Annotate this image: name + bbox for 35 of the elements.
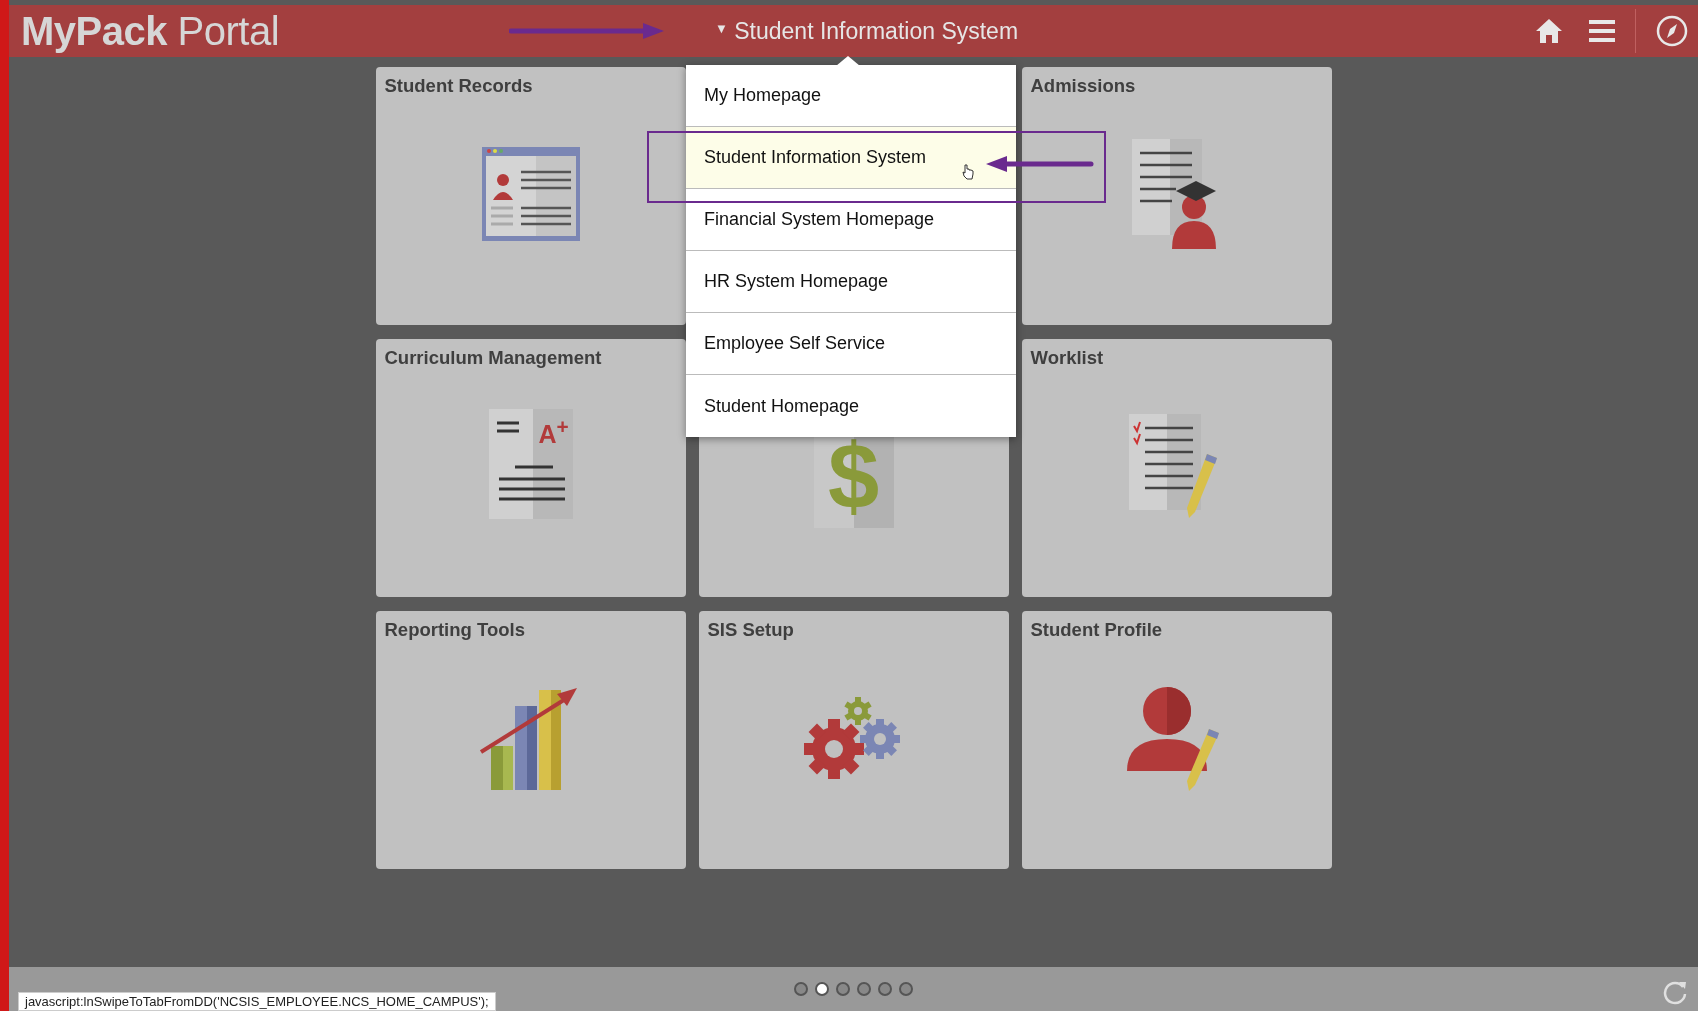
tile-title: Worklist	[1029, 346, 1105, 369]
status-url: javascript:lnSwipeToTabFromDD('NCSIS_EMPLOYEE.NCS_HOME_CAMPUS');	[18, 992, 496, 1011]
refresh-icon[interactable]	[1662, 979, 1688, 1005]
profile-card-icon	[480, 146, 581, 242]
portal-logo[interactable]: MyPack Portal	[21, 8, 491, 54]
tile-title: Curriculum Management	[383, 346, 603, 369]
menu-item[interactable]: Student Information System	[686, 127, 1016, 189]
tile-title: Reporting Tools	[383, 618, 526, 641]
page-dot[interactable]	[899, 982, 913, 996]
tile-title: SIS Setup	[706, 618, 795, 641]
page-dot[interactable]	[794, 982, 808, 996]
tile-title: Student Profile	[1029, 618, 1164, 641]
document-icon	[488, 409, 573, 519]
page-dot[interactable]	[836, 982, 850, 996]
tile-card[interactable]: Worklist	[1021, 339, 1332, 597]
tile-card[interactable]: Reporting Tools	[375, 611, 686, 869]
grade-mark: A$^{+}$	[538, 415, 569, 450]
tile-title: Student Records	[383, 74, 534, 97]
tile-title: Admissions	[1029, 74, 1137, 97]
tile-card[interactable]: Student Records	[375, 67, 686, 325]
menu-item[interactable]: Financial System Homepage	[686, 189, 1016, 251]
menu-icon[interactable]	[1589, 19, 1615, 43]
page-dot[interactable]	[857, 982, 871, 996]
menu-item[interactable]: Employee Self Service	[686, 313, 1016, 375]
page-dot[interactable]	[878, 982, 892, 996]
tile-card[interactable]: Student Profile	[1021, 611, 1332, 869]
page-dot[interactable]	[815, 982, 829, 996]
tile-card[interactable]: Curriculum Management A$^{+}$	[375, 339, 686, 597]
menu-item[interactable]: HR System Homepage	[686, 251, 1016, 313]
homepage-selector[interactable]: $^{▼}$ Student Information System	[715, 17, 1019, 45]
tile-card[interactable]: Admissions	[1021, 67, 1332, 325]
hand-cursor-icon	[962, 164, 974, 180]
compass-icon[interactable]	[1656, 15, 1688, 47]
home-icon[interactable]	[1535, 17, 1563, 45]
tile-card[interactable]: SIS Setup	[698, 611, 1009, 869]
